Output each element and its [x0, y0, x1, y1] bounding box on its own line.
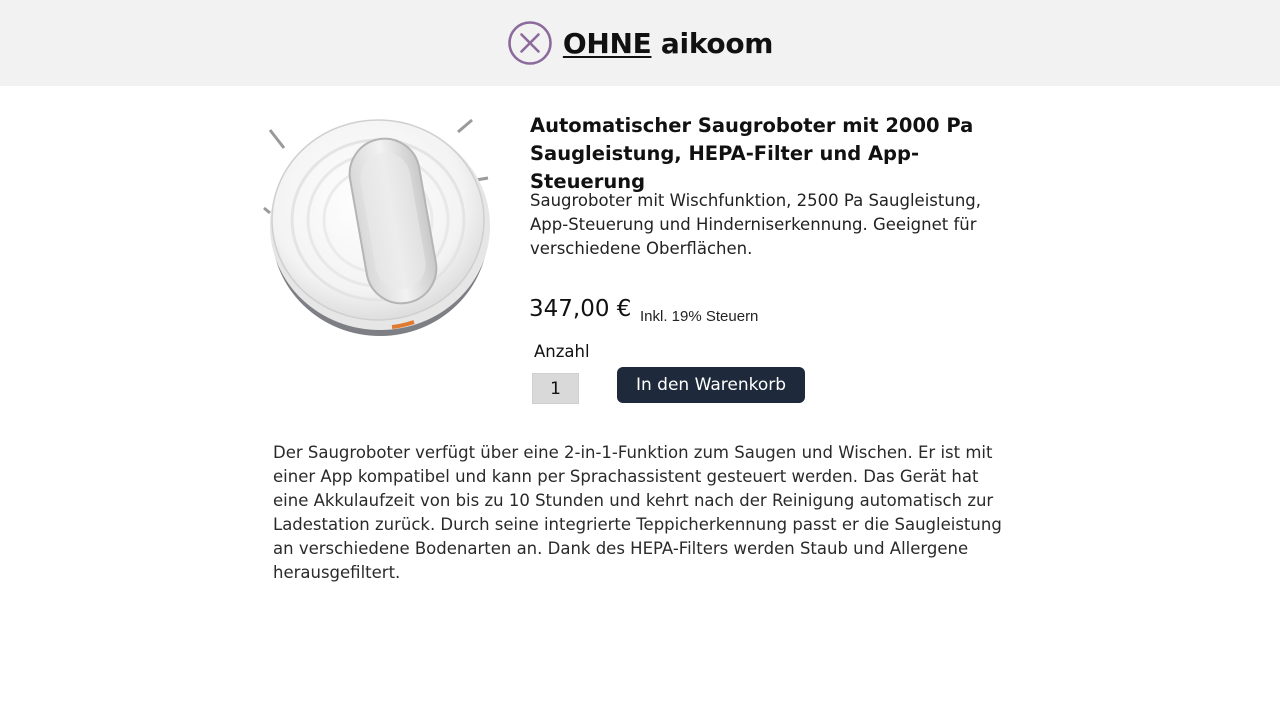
tax-note: Inkl. 19% Steuern [640, 308, 759, 325]
quantity-label: Anzahl [534, 342, 590, 361]
robot-vacuum-image [262, 108, 498, 340]
product-price: 347,00 € [529, 296, 632, 322]
product-description: Der Saugroboter verfügt über eine 2-in-1… [273, 443, 1002, 582]
close-circle-icon [508, 21, 552, 65]
brand-logo[interactable]: OHNE aikoom [507, 20, 773, 66]
quantity-input[interactable] [532, 373, 579, 404]
top-bar: OHNE aikoom [0, 0, 1280, 86]
add-to-cart-button[interactable]: In den Warenkorb [617, 367, 805, 403]
product-title: Automatischer Saugroboter mit 2000 Pa Sa… [530, 114, 974, 193]
product-short-description: Saugroboter mit Wischfunktion, 2500 Pa S… [530, 191, 981, 258]
brand-ohne: OHNE [562, 26, 652, 60]
brand-name: aikoom [660, 26, 774, 60]
brand-text: OHNE aikoom [562, 26, 774, 60]
